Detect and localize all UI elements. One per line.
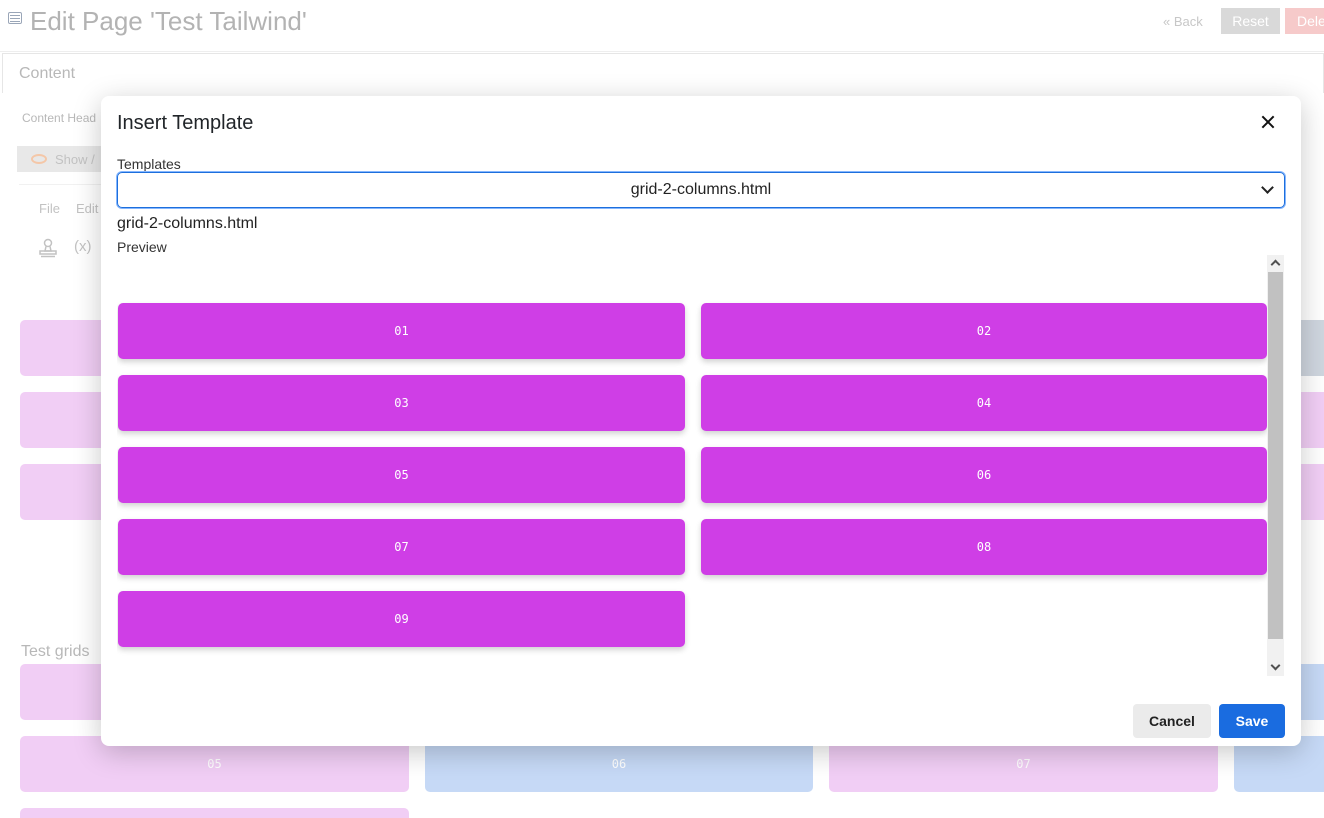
scroll-up-arrow-icon[interactable] (1270, 259, 1281, 270)
preview-grid-block: 03 (118, 375, 685, 431)
preview-grid-block: 09 (118, 591, 685, 647)
preview-grid-block: 04 (701, 375, 1267, 431)
background-grid-block (20, 808, 409, 818)
preview-grid-block: 01 (118, 303, 685, 359)
menu-file[interactable]: File (39, 201, 60, 216)
modal-title: Insert Template (117, 112, 254, 134)
background-grid-block (20, 664, 110, 720)
preview-grid-block: 05 (118, 447, 685, 503)
background-block-label: 06 (611, 757, 627, 771)
preview-grid-block: 07 (118, 519, 685, 575)
back-link[interactable]: « Back (1163, 14, 1203, 29)
cancel-button[interactable]: Cancel (1133, 704, 1211, 738)
template-select[interactable]: grid-2-columns.html (117, 172, 1285, 208)
save-button[interactable]: Save (1219, 704, 1285, 738)
content-header-label: Content Head (22, 111, 97, 125)
preview-block-label: 05 (394, 468, 409, 482)
scroll-thumb[interactable] (1268, 272, 1283, 639)
background-block-label: 07 (1016, 757, 1031, 771)
menu-edit[interactable]: Edit (76, 201, 98, 216)
insert-template-modal: Insert Template Templates grid-2-columns… (101, 96, 1301, 746)
page-icon (8, 12, 22, 24)
background-grid-block (20, 464, 110, 520)
chevron-down-icon (1261, 181, 1274, 194)
preview-block-label: 09 (394, 612, 409, 626)
delete-button[interactable]: Dele (1285, 8, 1324, 34)
show-toggle-label: Show / (55, 151, 95, 167)
eye-icon (31, 154, 47, 164)
editor-toolbar (19, 184, 109, 274)
preview-block-label: 01 (394, 324, 409, 338)
template-preview[interactable]: 01 02 03 04 05 06 07 08 09 (117, 256, 1285, 676)
background-block-label: 05 (207, 757, 222, 771)
preview-grid-block: 06 (701, 447, 1267, 503)
variable-icon[interactable]: (x) (74, 238, 92, 255)
page-title: Edit Page 'Test Tailwind' (30, 6, 307, 36)
preview-block-label: 07 (394, 540, 409, 554)
template-select-value: grid-2-columns.html (630, 181, 772, 198)
preview-grid-block: 08 (701, 519, 1267, 575)
preview-block-label: 08 (976, 540, 992, 554)
template-name: grid-2-columns.html (117, 215, 258, 232)
preview-scrollbar[interactable] (1267, 255, 1284, 676)
preview-label: Preview (117, 239, 167, 255)
preview-grid-block: 02 (701, 303, 1267, 359)
background-grid-block (20, 320, 110, 376)
scroll-down-arrow-icon[interactable] (1270, 660, 1281, 671)
preview-block-label: 04 (976, 396, 992, 410)
show-toggle-button[interactable]: Show / (17, 146, 107, 172)
preview-block-label: 02 (976, 324, 992, 338)
page-header: Edit Page 'Test Tailwind' « Back Reset D… (0, 0, 1324, 52)
preview-block-label: 03 (394, 396, 409, 410)
stamp-icon[interactable] (38, 238, 58, 258)
test-grids-heading: Test grids (21, 643, 90, 660)
reset-button[interactable]: Reset (1221, 8, 1280, 34)
background-grid-block (20, 392, 110, 448)
preview-block-label: 06 (976, 468, 992, 482)
templates-label: Templates (117, 156, 181, 172)
tab-content-label: Content (19, 65, 76, 82)
close-icon[interactable] (1256, 110, 1280, 134)
tab-content[interactable]: Content (2, 53, 1324, 93)
